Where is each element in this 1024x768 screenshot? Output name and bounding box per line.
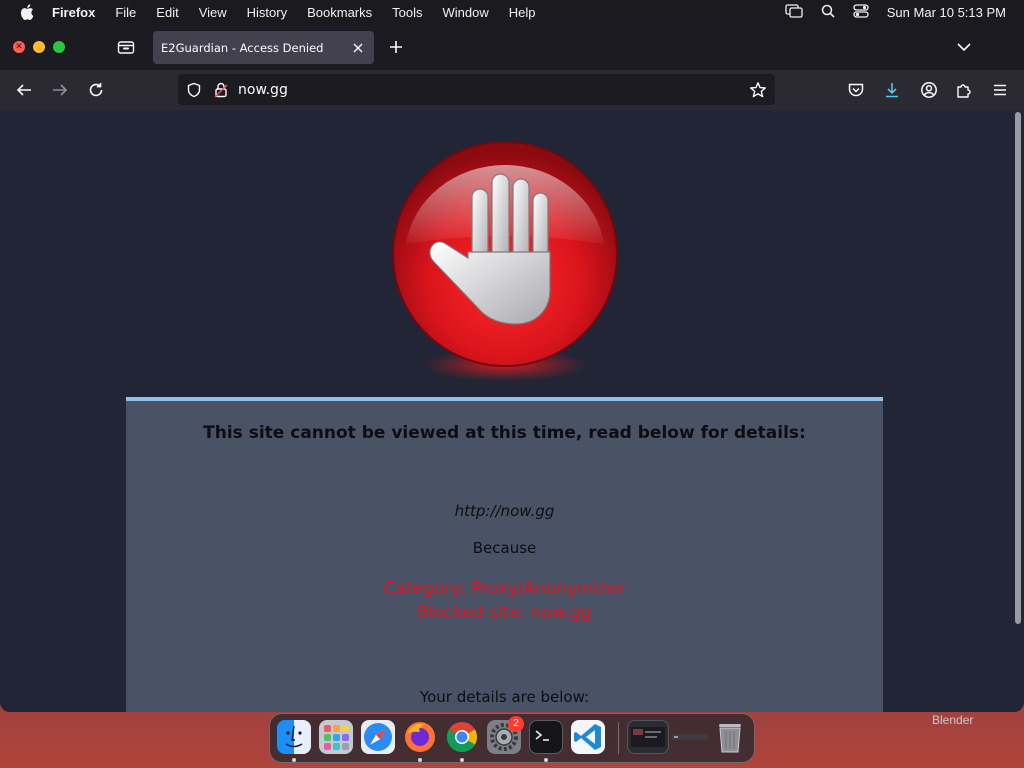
spotlight-search-icon[interactable]: [821, 4, 835, 21]
account-button[interactable]: [917, 78, 941, 102]
tab-bar: ✕ E2Guardian - Access Denied: [0, 24, 1024, 70]
tab-access-denied[interactable]: E2Guardian - Access Denied: [153, 31, 374, 64]
page-content[interactable]: This site cannot be viewed at this time,…: [0, 110, 1024, 712]
pocket-button[interactable]: [844, 78, 868, 102]
new-tab-button[interactable]: [386, 37, 406, 57]
block-reason: Category: Proxy/Anonymizer Blocked site:…: [126, 577, 883, 625]
window-thumbnail[interactable]: [627, 720, 669, 754]
menubar-clock[interactable]: Sun Mar 10 5:13 PM: [887, 5, 1006, 20]
firefox-icon[interactable]: [403, 720, 437, 754]
menu-file[interactable]: File: [115, 5, 136, 20]
back-button[interactable]: [12, 78, 36, 102]
chevron-down-icon: [957, 43, 971, 52]
hamburger-menu-icon: [994, 84, 1006, 96]
trash-icon[interactable]: [713, 720, 747, 754]
arrow-left-icon: [16, 84, 31, 96]
block-heading: This site cannot be viewed at this time,…: [203, 423, 806, 443]
dock-separator: [618, 722, 619, 754]
extensions-puzzle-icon: [957, 84, 971, 98]
navigation-toolbar: now.gg: [0, 70, 1024, 110]
reload-button[interactable]: [84, 78, 108, 102]
page-scrollbar[interactable]: [1015, 112, 1021, 624]
url-text[interactable]: now.gg: [238, 82, 749, 98]
pocket-icon: [848, 83, 864, 97]
extensions-button[interactable]: [952, 78, 976, 102]
forward-button[interactable]: [48, 78, 72, 102]
terminal-running-indicator: [544, 758, 548, 762]
downloads-button[interactable]: [880, 78, 904, 102]
close-icon: [353, 43, 363, 52]
app-menu-button[interactable]: [988, 78, 1012, 102]
menu-app-firefox[interactable]: Firefox: [52, 5, 95, 20]
finder-icon[interactable]: [277, 720, 311, 754]
finder-running-indicator: [292, 758, 296, 762]
details-heading: Your details are below:: [419, 688, 590, 706]
control-center-icon[interactable]: [853, 3, 869, 21]
minimized-window-thumbnail[interactable]: [671, 720, 709, 754]
settings-notification-badge: 2: [508, 716, 524, 732]
bookmark-star-icon[interactable]: [749, 81, 767, 99]
menu-window[interactable]: Window: [443, 5, 489, 20]
window-minimize-button[interactable]: [33, 41, 45, 53]
downloads-icon: [886, 83, 898, 98]
blocked-url: http://now.gg: [454, 502, 555, 520]
firefox-view-button[interactable]: [117, 39, 135, 55]
close-icon: ✕: [15, 42, 23, 52]
chrome-icon[interactable]: [445, 720, 479, 754]
vscode-icon[interactable]: [571, 720, 605, 754]
stop-hand-icon: [392, 141, 618, 381]
window-maximize-button[interactable]: [53, 41, 65, 53]
menu-edit[interactable]: Edit: [156, 5, 178, 20]
screen-mirroring-icon[interactable]: [785, 3, 803, 21]
firefox-window: ✕ E2Guardian - Access Denied now.gg This…: [0, 24, 1024, 712]
window-close-button[interactable]: ✕: [13, 41, 25, 53]
menu-tools[interactable]: Tools: [392, 5, 422, 20]
launchpad-icon[interactable]: [319, 720, 353, 754]
menu-view[interactable]: View: [199, 5, 227, 20]
menu-help[interactable]: Help: [509, 5, 536, 20]
url-bar[interactable]: now.gg: [178, 74, 775, 105]
insecure-lock-icon[interactable]: [214, 82, 228, 98]
tracking-protection-shield-icon[interactable]: [186, 82, 202, 98]
reload-icon: [89, 83, 103, 97]
arrow-right-icon: [53, 84, 68, 96]
blocked-site: Blocked site: now.gg: [417, 603, 592, 623]
macos-dock: 2: [269, 713, 755, 763]
tab-close-button[interactable]: [348, 38, 368, 58]
chrome-running-indicator: [460, 758, 464, 762]
firefox-running-indicator: [418, 758, 422, 762]
menu-bookmarks[interactable]: Bookmarks: [307, 5, 372, 20]
block-category: Category: Proxy/Anonymizer: [383, 579, 626, 599]
safari-icon[interactable]: [361, 720, 395, 754]
account-icon: [921, 82, 937, 98]
block-message-panel: This site cannot be viewed at this time,…: [126, 397, 883, 712]
terminal-icon[interactable]: [529, 720, 563, 754]
because-label: Because: [472, 539, 537, 557]
menu-history[interactable]: History: [247, 5, 287, 20]
apple-menu-icon[interactable]: [20, 4, 34, 20]
macos-menu-bar: Firefox File Edit View History Bookmarks…: [0, 0, 1024, 24]
plus-icon: [390, 41, 402, 53]
tab-title: E2Guardian - Access Denied: [161, 40, 324, 55]
desktop-item-label[interactable]: Blender: [932, 713, 973, 727]
list-all-tabs-button[interactable]: [954, 37, 974, 57]
